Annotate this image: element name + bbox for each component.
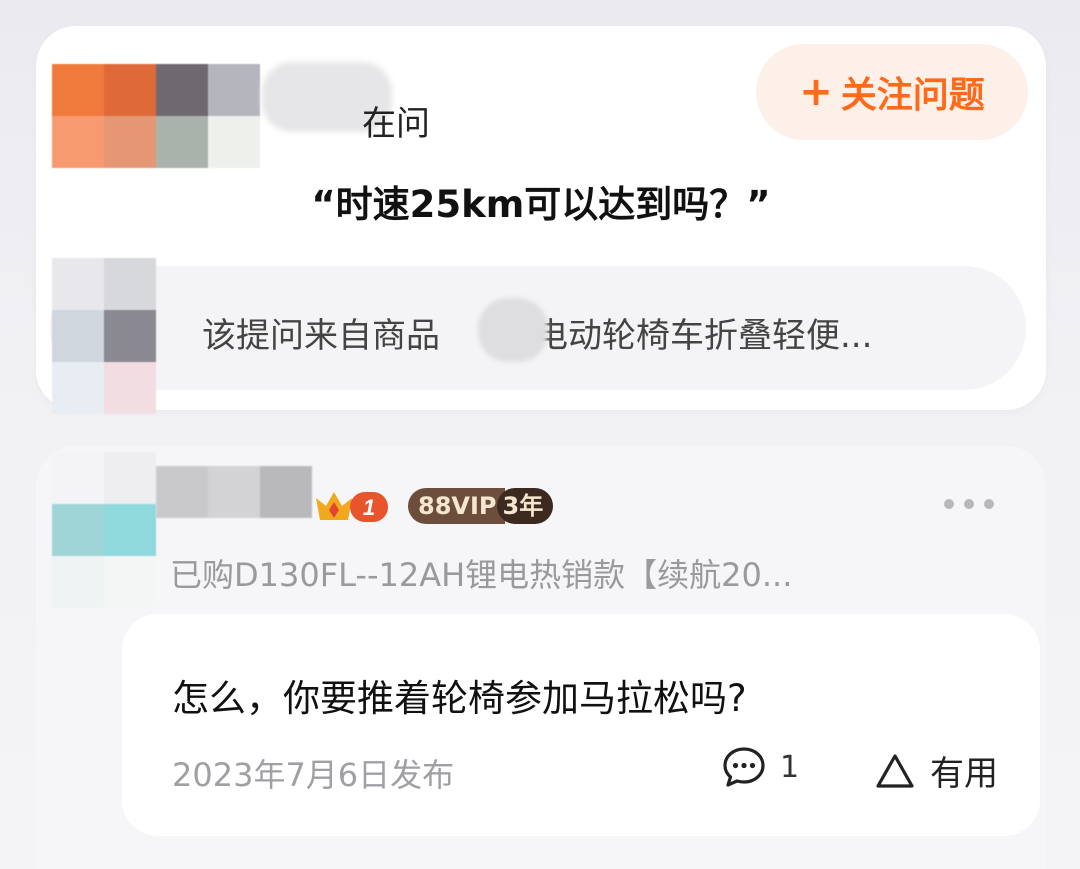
plus-icon: + [799,69,833,115]
useful-label: 有用 [930,754,998,794]
product-name: 乐电动轮椅车折叠轻便... [500,316,873,356]
vip-years: 3年 [496,488,554,524]
more-horizontal-icon[interactable] [944,494,994,514]
purchase-info: 已购D130FL--12AH锂电热销款【续航20... [170,556,793,594]
follow-question-button[interactable]: + 关注问题 [756,44,1028,140]
answer-bubble: 怎么，你要推着轮椅参加马拉松吗? 2023年7月6日发布 1 有用 [122,614,1040,836]
triangle-up-icon [876,753,914,788]
useful-button[interactable]: 有用 [874,746,998,795]
product-source-prefix: 该提问来自商品 [202,316,440,356]
answer-text: 怎么，你要推着轮椅参加马拉松吗? [172,677,747,720]
comment-bubble-icon [723,747,765,787]
answerer-name-redacted [156,466,312,518]
comment-count: 1 [780,749,800,785]
answer-card: 1 88VIP 3年 已购D130FL--12AH锂电热销款【续航20... 怎… [36,446,1046,869]
question-title: “时速25km可以达到吗？” [311,183,771,226]
answerer-avatar[interactable] [52,452,156,608]
asking-label: 在问 [362,104,430,144]
asker-avatar[interactable] [52,50,260,182]
crown-level-number: 1 [363,495,375,520]
product-source-row[interactable]: 该提问来自商品 乐电动轮椅车折叠轻便... [50,258,1026,414]
vip-badge: 88VIP 3年 [408,488,554,524]
follow-question-label: 关注问题 [840,75,985,116]
product-name-redacted [478,298,548,362]
product-thumbnail [52,258,156,414]
crown-level-badge: 1 [316,492,388,522]
answer-date: 2023年7月6日发布 [172,756,455,794]
vip-label: 88VIP [408,488,505,524]
question-card: 在问 + 关注问题 “时速25km可以达到吗？” 该提问来自商品 乐电动轮椅车折叠… [36,26,1046,414]
comment-button[interactable]: 1 [722,746,799,788]
